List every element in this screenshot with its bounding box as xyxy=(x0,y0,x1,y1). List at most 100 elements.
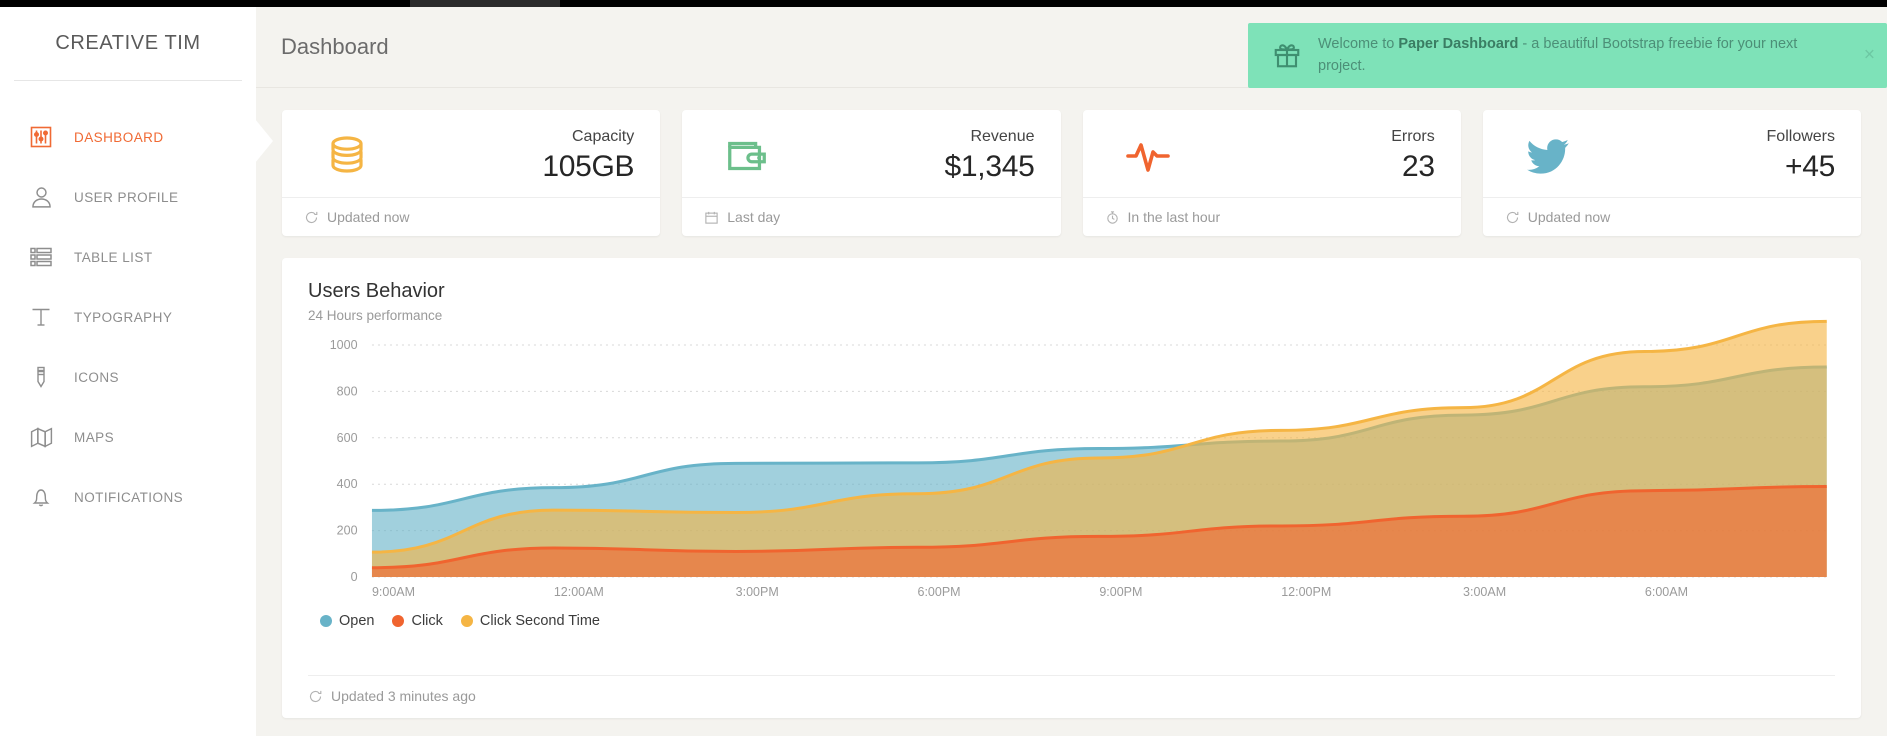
chart-svg: 020040060080010009:00AM 12:00AM 3:00PM 6:00… xyxy=(330,345,1835,599)
legend-color-dot xyxy=(392,615,405,628)
y-tick-label: 0 xyxy=(351,570,358,584)
legend-label: Open xyxy=(339,613,375,630)
sidebar-item-user-profile[interactable]: USER PROFILE xyxy=(0,167,256,227)
y-tick-label: 400 xyxy=(337,477,358,491)
alert-message: Welcome to Paper Dashboard - a beautiful… xyxy=(1308,33,1853,78)
sidebar-item-label: TABLE LIST xyxy=(74,249,153,265)
chart-footer: Updated 3 minutes ago xyxy=(308,675,1835,718)
calendar-icon xyxy=(704,210,719,225)
stat-card-errors: Errors 23 In the last hour xyxy=(1082,110,1461,237)
chart-card: Users Behavior 24 Hours performance 0 200… xyxy=(282,258,1861,719)
stats-row: Capacity 105GB Updated now Revenue $1,34… xyxy=(282,110,1861,237)
sidebar-item-dashboard[interactable]: DASHBOARD xyxy=(0,107,256,167)
sliders-icon xyxy=(22,120,60,154)
gift-icon xyxy=(1266,40,1308,70)
x-tick-label: 6:00AM xyxy=(1645,585,1688,599)
sidebar-item-icons[interactable]: ICONS xyxy=(0,347,256,407)
pencil-icon xyxy=(22,360,60,394)
users-behavior-chart: 0 200 400 600 800 1000 9:00AM 12:00AM 3:00PM 6:00… xyxy=(308,345,1835,599)
x-tick-label: 3:00AM xyxy=(1463,585,1506,599)
x-tick-label: 9:00AM xyxy=(372,585,415,599)
database-icon xyxy=(304,132,390,180)
stat-card-followers: Followers +45 Updated now xyxy=(1482,110,1861,237)
sidebar-item-label: USER PROFILE xyxy=(74,189,179,205)
stat-values: Followers +45 xyxy=(1591,126,1839,185)
table-icon xyxy=(22,240,60,274)
main-area: Dashboard Welcome to Paper Dashboard - a… xyxy=(255,7,1887,736)
sidebar-item-table-list[interactable]: TABLE LIST xyxy=(0,227,256,287)
stat-label: Followers xyxy=(1766,128,1835,145)
sidebar-item-typography[interactable]: TYPOGRAPHY xyxy=(0,287,256,347)
browser-chrome-strip xyxy=(0,0,1887,7)
legend-color-dot xyxy=(460,615,473,628)
sidebar-item-maps[interactable]: MAPS xyxy=(0,407,256,467)
chart-x-axis: 9:00AM 12:00AM 3:00PM 6:00PM 9:00PM 12:00PM 3:… xyxy=(372,585,1688,599)
stat-top: Revenue $1,345 xyxy=(682,110,1060,197)
stat-value: 105GB xyxy=(542,149,635,183)
clock-icon xyxy=(1105,210,1120,225)
brand-divider xyxy=(14,80,242,81)
sidebar-item-label: DASHBOARD xyxy=(74,129,164,145)
stat-footer-text: In the last hour xyxy=(1127,209,1221,226)
sidebar-item-label: TYPOGRAPHY xyxy=(74,309,173,325)
stat-values: Capacity 105GB xyxy=(390,126,638,185)
stat-label: Errors xyxy=(1391,128,1435,145)
stat-footer: Updated now xyxy=(1482,197,1861,236)
stat-value: $1,345 xyxy=(944,149,1035,183)
user-icon xyxy=(22,180,60,214)
legend-item-click[interactable]: Click xyxy=(392,613,443,630)
welcome-alert: Welcome to Paper Dashboard - a beautiful… xyxy=(1248,23,1887,88)
refresh-icon xyxy=(1505,210,1520,225)
pulse-icon xyxy=(1105,132,1191,180)
refresh-icon xyxy=(304,210,319,225)
stat-value: 23 xyxy=(1401,149,1435,183)
legend-item-click-second-time[interactable]: Click Second Time xyxy=(460,613,600,630)
wallet-icon xyxy=(704,133,790,179)
stat-card-revenue: Revenue $1,345 Last day xyxy=(682,110,1061,237)
stat-values: Revenue $1,345 xyxy=(790,126,1038,185)
close-icon[interactable]: × xyxy=(1864,46,1875,65)
x-tick-label: 12:00AM xyxy=(554,585,604,599)
legend-item-open[interactable]: Open xyxy=(320,613,374,629)
alert-text-bold: Paper Dashboard xyxy=(1398,36,1519,52)
page-title: Dashboard xyxy=(281,34,389,59)
sidebar-item-label: ICONS xyxy=(74,369,120,385)
stat-label: Capacity xyxy=(572,128,635,145)
stat-card-capacity: Capacity 105GB Updated now xyxy=(282,110,661,237)
content-area: Capacity 105GB Updated now Revenue $1,34… xyxy=(256,88,1887,719)
y-tick-label: 600 xyxy=(337,431,358,445)
text-icon xyxy=(22,300,60,334)
chart-y-axis: 0 200 400 600 800 1000 xyxy=(330,338,358,584)
legend-label: Click xyxy=(411,613,443,630)
sidebar-item-notifications[interactable]: NOTIFICATIONS xyxy=(0,467,256,527)
y-tick-label: 200 xyxy=(337,524,358,538)
top-navbar: Dashboard Welcome to Paper Dashboard - a… xyxy=(256,7,1887,88)
chart-legend: Open Click Click Second Time xyxy=(308,613,1835,629)
stat-footer: In the last hour xyxy=(1082,197,1461,236)
stat-values: Errors 23 xyxy=(1191,126,1439,185)
stat-top: Errors 23 xyxy=(1083,110,1461,197)
sidebar-item-label: MAPS xyxy=(74,429,115,445)
sidebar-notch xyxy=(255,119,273,163)
x-tick-label: 12:00PM xyxy=(1281,585,1331,599)
bell-icon xyxy=(22,480,60,514)
stat-footer-text: Updated now xyxy=(1527,209,1611,226)
x-tick-label: 3:00PM xyxy=(736,585,779,599)
sidebar-item-label: NOTIFICATIONS xyxy=(74,489,184,505)
legend-color-dot xyxy=(320,615,332,628)
legend-label: Click Second Time xyxy=(479,613,600,630)
stat-label: Revenue xyxy=(970,128,1035,145)
chart-title: Users Behavior xyxy=(308,280,445,303)
chart-footer-text: Updated 3 minutes ago xyxy=(331,688,476,705)
stat-footer-text: Updated now xyxy=(327,209,410,226)
y-tick-label: 800 xyxy=(337,384,358,398)
browser-tab[interactable] xyxy=(410,0,560,7)
refresh-icon xyxy=(308,689,323,704)
x-tick-label: 9:00PM xyxy=(1099,585,1142,599)
stat-top: Capacity 105GB xyxy=(282,110,660,197)
x-tick-label: 6:00PM xyxy=(918,585,961,599)
stat-value: +45 xyxy=(1785,149,1835,183)
brand-logo[interactable]: CREATIVE TIM xyxy=(0,7,256,80)
sidebar: CREATIVE TIM DASHBOARD USER PROFILE TABL… xyxy=(0,7,256,736)
stat-footer: Updated now xyxy=(282,197,661,236)
